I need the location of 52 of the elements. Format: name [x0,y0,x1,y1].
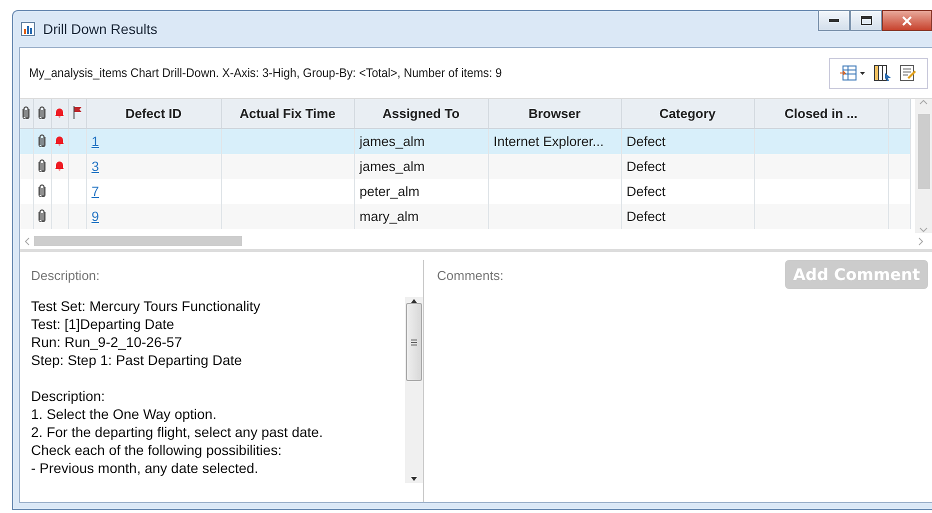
column-header[interactable]: Browser [488,99,621,128]
description-label: Description: [31,268,101,283]
table-cell: Defect [626,134,666,149]
attachment-icon [38,184,46,196]
table-cell: mary_alm [360,209,419,224]
description-scrollbar[interactable] [405,297,423,483]
grip-icon[interactable] [411,338,417,346]
attachment-icon [38,134,46,146]
minimize-icon [829,18,839,22]
table-cell: Defect [626,159,666,174]
scroll-up-icon[interactable] [410,297,418,305]
description-text: Test Set: Mercury Tours Functionality Test: [1]Departing Date Run: Run_9-2_10-26-57 Step: Step 1: Past Departing Date [31,297,262,369]
comments-label: Comments: [437,268,504,283]
maximize-icon [860,16,872,25]
table-cell: james_alm [360,159,425,174]
close-button[interactable] [882,10,932,31]
column-header[interactable]: Assigned To [354,99,488,128]
defect-link[interactable]: 7 [92,184,100,199]
description-text: Description: 1. Select the One Way option. 2. For the departing flight, select any past date. Check each of the following possibilities: - Previous month, any date selected. [31,387,324,477]
column-header[interactable]: Defect ID [86,99,221,128]
attachment-icon [22,106,30,118]
grid-dropdown-icon[interactable] [840,65,866,81]
defect-link[interactable]: 3 [92,159,100,174]
bell-icon [54,160,65,171]
maximize-button[interactable] [850,10,882,31]
table-cell: peter_alm [360,184,420,199]
bell-icon [54,107,65,118]
bell-icon [54,135,65,146]
chart-icon [21,22,35,36]
table-cell: Defect [626,184,666,199]
table-cell: Defect [626,209,666,224]
columns-icon[interactable] [874,64,892,82]
minimize-button[interactable] [818,10,850,31]
attachment-icon [38,106,46,118]
column-header[interactable]: Closed in ... [754,99,888,128]
column-header[interactable]: Actual Fix Time [221,99,354,128]
attachment-icon [38,158,46,172]
window-title: Drill Down Results [43,21,158,37]
column-header[interactable]: Category [621,99,754,128]
table-cell: Internet Explorer... [494,134,604,149]
defect-link[interactable]: 9 [92,209,100,224]
table-cell: james_alm [360,134,425,149]
attachment-icon [38,208,46,222]
scroll-down-icon[interactable] [410,475,418,483]
table-row[interactable]: 1 james_alm Internet Explorer... Defect [20,128,910,154]
summary-text: My_analysis_items Chart Drill-Down. X-Axis: 3-High, Group-By: <Total>, Number of items: 9 [29,66,502,80]
edit-note-icon[interactable] [900,64,917,82]
table-row[interactable]: 3 james_alm Defect [20,154,910,179]
defect-link[interactable]: 1 [92,134,100,149]
close-icon [902,16,912,26]
flag-icon [72,106,82,118]
table-row[interactable]: 9 mary_alm Defect [20,204,910,229]
